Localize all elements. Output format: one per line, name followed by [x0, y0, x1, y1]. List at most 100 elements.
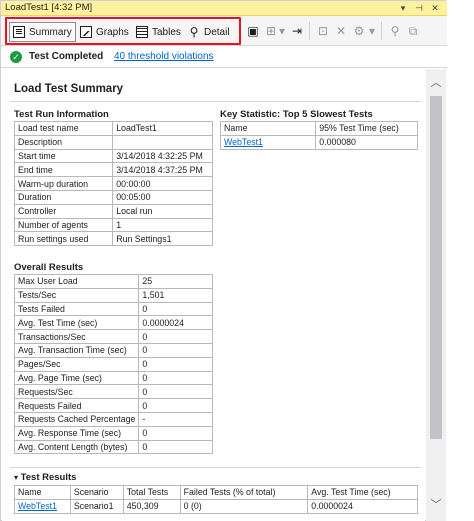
row-label: Number of agents	[13, 217, 114, 233]
table-cell: 450,309	[122, 498, 181, 514]
column-header: Total Tests	[122, 485, 181, 500]
table-row: Pages/Sec 0	[13, 356, 213, 372]
layout-dropdown-icon[interactable]: ▾	[277, 23, 287, 39]
test-results-label: Test Results	[20, 472, 77, 483]
export-icon[interactable]: ▣	[245, 23, 261, 39]
row-label: Tests/Sec	[13, 287, 140, 303]
row-label: Avg. Transaction Time (sec)	[13, 342, 140, 358]
tab-detail-label: Detail	[204, 26, 230, 38]
pin-icon[interactable]: ⊣	[413, 2, 425, 14]
test-results-title[interactable]: ▾ Test Results	[14, 472, 76, 483]
vertical-scrollbar[interactable]: ︿ ﹀	[426, 69, 446, 521]
compare-icon[interactable]: ⧉	[405, 23, 421, 39]
row-value: 0	[138, 301, 213, 317]
row-label: Description	[13, 134, 114, 150]
test-status-text: Test Completed	[29, 51, 104, 62]
settings-dropdown-icon[interactable]: ▾	[367, 23, 377, 39]
table-row: Avg. Response Time (sec) 0	[13, 425, 213, 441]
row-label: Requests Cached Percentage	[13, 411, 140, 427]
scroll-up-icon[interactable]: ︿	[426, 75, 446, 91]
table-row: Controller Local run	[13, 203, 213, 219]
dropdown-arrow-icon[interactable]: ▾	[397, 2, 409, 14]
test-status-bar: ✓ Test Completed 40 threshold violations	[1, 46, 447, 68]
row-value: 00:00:00	[112, 176, 213, 191]
table-row: Requests Cached Percentage -	[13, 411, 213, 427]
row-label: Transactions/Sec	[13, 329, 140, 344]
tab-summary-label: Summary	[29, 26, 72, 38]
row-value: 0	[138, 439, 213, 455]
row-value: Local run	[112, 203, 213, 219]
row-label: Avg. Test Time (sec)	[13, 315, 140, 331]
row-label: Avg. Response Time (sec)	[13, 425, 140, 441]
results-divider	[10, 467, 421, 468]
row-value: 25	[138, 274, 213, 289]
check-circle-icon: ✓	[10, 51, 22, 63]
table-row: Duration 00:05:00	[13, 189, 213, 205]
column-header: Scenario	[69, 485, 124, 500]
table-row: Requests Failed 0	[13, 398, 213, 413]
table-row: Description	[13, 134, 213, 150]
row-label: Start time	[13, 148, 114, 164]
collapse-arrow-icon[interactable]: ▾	[14, 473, 18, 482]
row-value: 0	[138, 356, 213, 372]
tab-tables[interactable]: Tables	[133, 22, 184, 42]
table-cell: WebTest1	[219, 134, 317, 150]
tab-tables-label: Tables	[152, 26, 181, 38]
toolbar: Summary Graphs Tables ⚲ Detail ▣ ⊞ ▾ ⇥ ⊡…	[1, 16, 447, 46]
table-icon	[136, 26, 148, 38]
tab-detail[interactable]: ⚲ Detail	[185, 22, 233, 42]
add-counter-icon[interactable]: ⇥	[289, 23, 305, 39]
column-header: Name	[14, 485, 71, 500]
table-cell: WebTest1	[14, 498, 71, 514]
row-value: -	[138, 411, 213, 427]
tab-summary[interactable]: Summary	[9, 22, 76, 42]
table-row: Avg. Transaction Time (sec) 0	[13, 342, 213, 358]
delete-icon[interactable]: ✕	[333, 23, 349, 39]
test-results-table: Name Scenario Total Tests Failed Tests (…	[14, 485, 418, 514]
table-row: Max User Load 25	[13, 274, 213, 289]
row-label: Load test name	[13, 121, 114, 136]
row-label: End time	[13, 162, 114, 178]
threshold-violations-link[interactable]: 40 threshold violations	[114, 51, 214, 62]
row-label: Max User Load	[13, 274, 140, 289]
settings-icon[interactable]: ⚙	[351, 23, 367, 39]
run-info-table: Load test name LoadTest1 Description Start …	[13, 121, 213, 247]
window-title: LoadTest1 [4:32 PM]	[5, 2, 93, 13]
row-label: Duration	[13, 189, 114, 205]
close-icon[interactable]: ✕	[429, 2, 441, 14]
table-cell: 0.000080	[315, 134, 418, 150]
table-row: Avg. Test Time (sec) 0.0000024	[13, 315, 213, 331]
window-title-bar: LoadTest1 [4:32 PM] ▾ ⊣ ✕	[1, 1, 447, 16]
table-row: Warm-up duration 00:00:00	[13, 176, 213, 191]
row-value: 00:05:00	[112, 189, 213, 205]
table-cell: Scenario1	[69, 498, 124, 514]
row-label: Run settings used	[13, 231, 114, 247]
summary-icon	[13, 26, 25, 38]
row-value: LoadTest1	[112, 121, 213, 136]
analyze-icon[interactable]: ⚲	[387, 23, 403, 39]
tab-graphs[interactable]: Graphs	[77, 22, 132, 42]
toolbar-separator	[381, 22, 382, 40]
row-value: 0	[138, 342, 213, 358]
scrollbar-thumb[interactable]	[430, 96, 442, 439]
table-header-row: Name 95% Test Time (sec)	[219, 121, 418, 136]
row-label: Tests Failed	[13, 301, 140, 317]
row-value: 0	[138, 370, 213, 386]
title-divider	[10, 101, 421, 102]
table-row: WebTest1 0.000080	[219, 134, 418, 150]
table-row: Run settings used Run Settings1	[13, 231, 213, 247]
scroll-down-icon[interactable]: ﹀	[426, 497, 446, 513]
table-header-row: Name Scenario Total Tests Failed Tests (…	[14, 485, 418, 500]
table-cell: 0 (0)	[179, 498, 309, 514]
table-row: Requests/Sec 0	[13, 384, 213, 400]
column-header: Name	[219, 121, 317, 136]
row-value: 0	[138, 384, 213, 400]
webtest1-link[interactable]: WebTest1	[224, 137, 263, 147]
overall-results-table: Max User Load 25 Tests/Sec 1,501 Tests Faile…	[13, 274, 213, 455]
webtest1-link[interactable]: WebTest1	[18, 501, 57, 511]
grid-icon[interactable]: ⊡	[315, 23, 331, 39]
row-value	[112, 134, 213, 150]
row-label: Avg. Page Time (sec)	[13, 370, 140, 386]
load-test-window: LoadTest1 [4:32 PM] ▾ ⊣ ✕ Summary Graphs…	[0, 0, 447, 521]
row-label: Pages/Sec	[13, 356, 140, 372]
